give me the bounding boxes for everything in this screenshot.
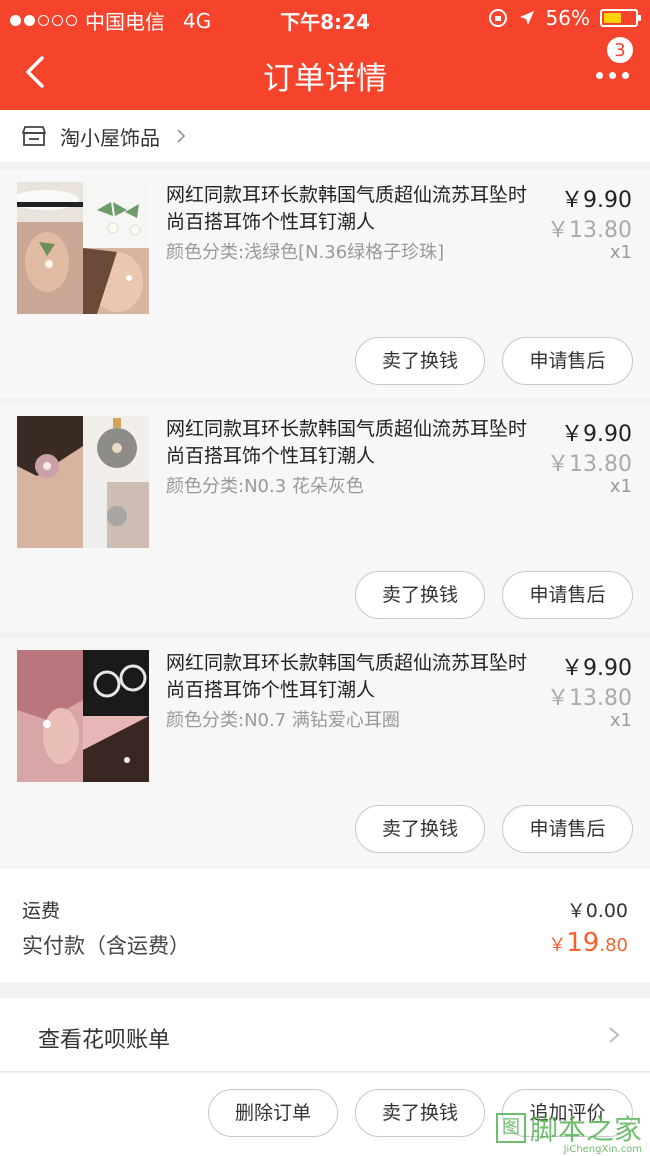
watermark-text: 脚本之家 [529,1113,642,1146]
paid-decimal: .80 [599,935,628,956]
item-price: ￥9.90 [561,656,632,681]
item-quantity: x1 [609,476,632,497]
paid-currency: ￥ [548,935,567,956]
watermark-box: 图 [495,1113,526,1143]
after-sale-button[interactable]: 申请售后 [502,337,633,385]
more-menu-icon[interactable] [592,60,632,90]
back-chevron-icon[interactable] [18,52,58,92]
shop-row[interactable]: 淘小屋饰品 [0,110,650,162]
status-bar: 中国电信 4G 下午8:24 56% [0,0,650,36]
product-image [17,182,149,314]
paid-integer: 19 [566,928,600,958]
shipping-value: ￥0.00 [566,900,628,922]
watermark-url: JiChengXin.com [563,1144,642,1155]
item-price: ￥9.90 [561,422,632,447]
top-bar: 中国电信 4G 下午8:24 56% 订单详情 3 [0,0,650,110]
huabei-label: 查看花呗账单 [38,1028,171,1053]
delete-order-button[interactable]: 删除订单 [208,1089,338,1137]
item-title[interactable]: 网红同款耳环长款韩国气质超仙流苏耳坠时尚百搭耳饰个性耳钉潮人 [166,182,536,236]
after-sale-button[interactable]: 申请售后 [502,805,633,853]
shop-name: 淘小屋饰品 [60,125,160,150]
sell-button[interactable]: 卖了换钱 [355,805,485,853]
paid-label: 实付款（含运费） [22,934,190,958]
item-original-price: ￥13.80 [547,218,632,243]
location-arrow-icon [519,11,534,25]
product-image [17,650,149,782]
watermark: 图 脚本之家 JiChengXin.com [495,1108,642,1155]
item-quantity: x1 [609,710,632,731]
after-sale-button[interactable]: 申请售后 [502,571,633,619]
shipping-label: 运费 [22,900,61,922]
item-quantity: x1 [609,242,632,263]
order-item[interactable]: 网红同款耳环长款韩国气质超仙流苏耳坠时尚百搭耳饰个性耳钉潮人 颜色分类:浅绿色[… [0,170,650,398]
battery-icon [600,9,641,27]
item-sku: 颜色分类:N0.3 花朵灰色 [166,476,364,497]
item-title[interactable]: 网红同款耳环长款韩国气质超仙流苏耳坠时尚百搭耳饰个性耳钉潮人 [166,416,536,470]
order-item[interactable]: 网红同款耳环长款韩国气质超仙流苏耳坠时尚百搭耳饰个性耳钉潮人 颜色分类:N0.7… [0,638,650,866]
order-item[interactable]: 网红同款耳环长款韩国气质超仙流苏耳坠时尚百搭耳饰个性耳钉潮人 颜色分类:N0.3… [0,404,650,632]
paid-amount: ￥19.80 [548,928,628,958]
chevron-right-icon [609,1027,620,1043]
item-original-price: ￥13.80 [547,686,632,711]
battery-percent: 56% [545,6,590,30]
huabei-bill-row[interactable]: 查看花呗账单 [0,998,650,1072]
sell-button[interactable]: 卖了换钱 [355,1089,485,1137]
item-original-price: ￥13.80 [547,452,632,477]
store-icon [22,126,46,146]
sell-button[interactable]: 卖了换钱 [355,571,485,619]
item-sku: 颜色分类:浅绿色[N.36绿格子珍珠] [166,242,445,263]
fee-summary: 运费 ￥0.00 实付款（含运费） ￥19.80 [0,868,650,982]
page-title: 订单详情 [263,61,387,97]
product-image [17,416,149,548]
rotation-lock-icon [488,9,507,27]
sell-button[interactable]: 卖了换钱 [355,337,485,385]
chevron-right-icon [177,129,186,143]
item-title[interactable]: 网红同款耳环长款韩国气质超仙流苏耳坠时尚百搭耳饰个性耳钉潮人 [166,650,536,704]
battery-fill [604,13,621,23]
item-sku: 颜色分类:N0.7 满钻爱心耳圈 [166,710,400,731]
status-right: 56% [488,6,641,30]
item-price: ￥9.90 [561,188,632,213]
message-badge: 3 [606,36,634,64]
